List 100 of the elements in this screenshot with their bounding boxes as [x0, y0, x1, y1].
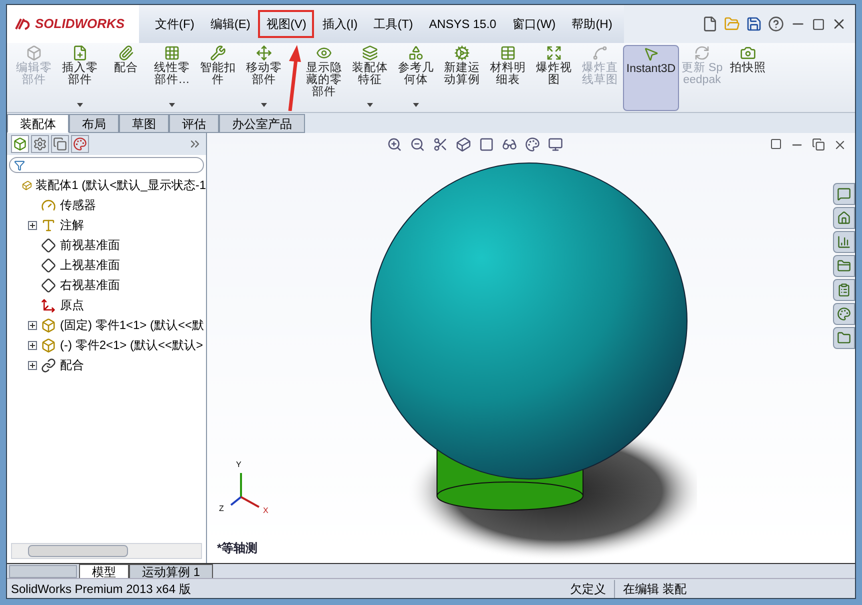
split-view-icon[interactable] — [770, 138, 782, 150]
menu-item[interactable]: 插入(I) — [314, 10, 366, 38]
ribbon-button[interactable]: 配合 — [103, 45, 149, 111]
task-pane-tab[interactable] — [833, 303, 855, 325]
graphics-viewport[interactable]: Y Z X *等轴测 — [207, 133, 855, 563]
letter-icon — [41, 218, 56, 232]
glasses-icon[interactable] — [502, 137, 517, 152]
command-tab[interactable]: 评估 — [169, 114, 219, 133]
task-pane-tab[interactable] — [833, 207, 855, 229]
status-text: SolidWorks Premium 2013 x64 版 — [10, 580, 192, 598]
feature-tree-tab[interactable] — [11, 135, 29, 153]
square-icon[interactable] — [479, 137, 494, 152]
tree-item[interactable]: 传感器 — [60, 196, 96, 214]
folder-icon — [837, 259, 851, 273]
menu-item[interactable]: 窗口(W) — [504, 10, 564, 38]
axis-label: Y — [236, 459, 242, 471]
ribbon-button[interactable]: 移动零部件 — [241, 45, 287, 111]
grid-icon — [164, 45, 180, 61]
bottom-tab[interactable]: 运动算例 1 — [129, 564, 214, 578]
cube-icon[interactable] — [456, 137, 471, 152]
save-icon[interactable] — [746, 16, 762, 32]
expand-toggle[interactable] — [28, 320, 36, 330]
shapes-icon — [408, 45, 424, 61]
menu-item[interactable]: 工具(T) — [366, 10, 421, 38]
ds-logo-icon — [15, 17, 31, 31]
appearance-tab[interactable] — [71, 135, 89, 153]
task-pane-tab[interactable] — [833, 279, 855, 301]
axis-label: Z — [219, 503, 224, 515]
expand-toggle[interactable] — [28, 340, 36, 350]
task-pane-tab[interactable] — [833, 231, 855, 253]
task-pane-tab[interactable] — [833, 255, 855, 277]
menu-item[interactable]: ANSYS 15.0 — [420, 10, 504, 38]
gear-icon — [454, 45, 470, 61]
new-file-icon[interactable] — [702, 16, 718, 32]
tree-item[interactable]: (固定) 零件1<1> (默认<<默 — [60, 316, 204, 334]
tree-item[interactable]: 上视基准面 — [60, 256, 120, 274]
command-tab[interactable]: 装配体 — [7, 114, 69, 133]
axis-label: X — [263, 505, 268, 517]
caret-icon — [367, 103, 373, 107]
restore-icon[interactable] — [812, 138, 825, 150]
ribbon-button[interactable]: 参考几何体 — [393, 45, 439, 111]
maximize-icon[interactable] — [812, 18, 825, 30]
tree-item[interactable]: 配合 — [60, 356, 84, 374]
tree-item[interactable]: 右视基准面 — [60, 276, 120, 294]
ribbon-button[interactable]: 拍快照 — [725, 45, 771, 111]
tree-item[interactable]: 原点 — [60, 296, 84, 314]
ribbon-button[interactable]: 材料明细表 — [485, 45, 531, 111]
part-icon — [41, 318, 56, 332]
ribbon-button[interactable]: 线性零部件… — [149, 45, 195, 111]
home-icon — [837, 211, 851, 225]
task-pane-tab[interactable] — [833, 327, 855, 349]
plane-icon — [41, 278, 56, 292]
caret-icon — [77, 103, 83, 107]
caret-icon — [261, 103, 267, 107]
expand-toggle[interactable] — [28, 360, 36, 370]
help-icon[interactable] — [768, 16, 784, 32]
status-text: 欠定义 — [562, 580, 615, 598]
chat-icon — [837, 187, 851, 201]
part-icon — [41, 338, 56, 352]
view-name: *等轴测 — [217, 540, 258, 557]
ribbon-button[interactable]: 智能扣件 — [195, 45, 241, 111]
axes-icon — [41, 298, 56, 312]
color-wheel-icon — [837, 307, 851, 321]
command-tab[interactable]: 办公室产品 — [219, 114, 305, 133]
horizontal-scrollbar[interactable] — [11, 543, 202, 559]
menu-item[interactable]: 文件(F) — [147, 10, 202, 38]
menu-item[interactable]: 帮助(H) — [564, 10, 620, 38]
tree-item[interactable]: 装配体1 (默认<默认_显示状态-1 — [36, 176, 206, 194]
section-icon[interactable] — [433, 137, 448, 152]
ribbon-button[interactable]: 新建运动算例 — [439, 45, 485, 111]
property-tab[interactable] — [31, 135, 49, 153]
layers-icon — [362, 45, 378, 61]
caret-icon — [413, 103, 419, 107]
command-tab[interactable]: 草图 — [119, 114, 169, 133]
list-icon — [837, 283, 851, 297]
menu-item[interactable]: 编辑(E) — [202, 10, 258, 38]
ribbon-button[interactable]: 装配体特征 — [347, 45, 393, 111]
monitor-icon[interactable] — [548, 137, 563, 152]
menu-item[interactable]: 视图(V) — [258, 10, 314, 38]
config-tab[interactable] — [51, 135, 69, 153]
cube-icon — [26, 45, 42, 61]
file-plus-icon — [72, 45, 88, 61]
tree-item[interactable]: 前视基准面 — [60, 236, 120, 254]
filter-field[interactable] — [9, 157, 204, 173]
ribbon-button[interactable]: 插入零部件 — [57, 45, 103, 111]
ribbon-button[interactable]: 爆炸视图 — [531, 45, 577, 111]
color-wheel-icon[interactable] — [525, 137, 540, 152]
bottom-tab[interactable]: 模型 — [79, 564, 129, 578]
ribbon-button[interactable]: 显示隐藏的零部件 — [301, 45, 347, 111]
tree-item[interactable]: 注解 — [60, 216, 84, 234]
task-pane-tab[interactable] — [833, 183, 855, 205]
wrench-icon — [210, 45, 226, 61]
spline-icon — [592, 45, 608, 61]
ribbon-button[interactable]: Instant3D — [623, 45, 679, 111]
tree-item[interactable]: (-) 零件2<1> (默认<<默认> — [60, 336, 204, 354]
expand-toggle[interactable] — [28, 220, 36, 230]
zoom-out-icon[interactable] — [410, 137, 425, 152]
chart-icon — [837, 235, 851, 249]
command-tab[interactable]: 布局 — [69, 114, 119, 133]
zoom-in-icon[interactable] — [387, 137, 402, 152]
